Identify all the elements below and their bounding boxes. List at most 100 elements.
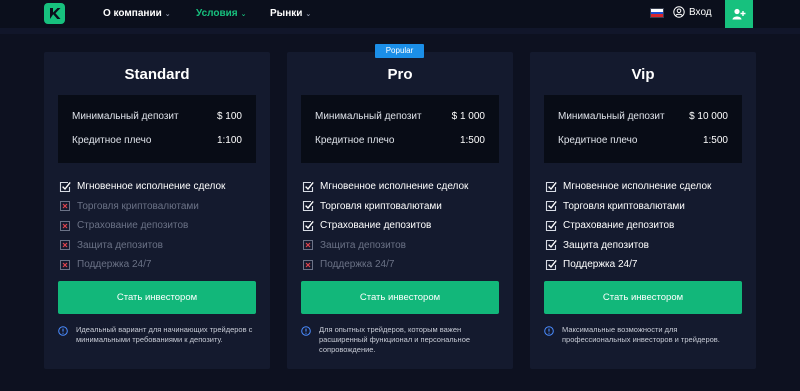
leverage-value: 1:500 [702, 135, 728, 146]
feature-item: Поддержка 24/7 [59, 255, 225, 275]
checkbox-checked-icon [302, 201, 314, 212]
feature-label: Страхование депозитов [77, 220, 189, 232]
chevron-down-icon: ⌄ [305, 11, 312, 18]
plan-note: Максимальные возможности для профессиона… [544, 325, 744, 345]
chevron-down-icon: ⌄ [164, 11, 171, 18]
k-logo-icon[interactable] [44, 3, 65, 24]
checkbox-checked-icon [545, 220, 557, 231]
feature-item: Мгновенное исполнение сделок [59, 177, 225, 197]
register-button[interactable] [725, 0, 753, 28]
checkbox-crossed-icon [303, 259, 313, 270]
min-deposit-row: Минимальный депозит $ 100 [72, 111, 242, 122]
plan-title: Standard [124, 66, 190, 83]
nav-item-conditions[interactable]: Условия ⌄ [196, 8, 247, 19]
plan-title: Vip [631, 66, 655, 83]
feature-label: Поддержка 24/7 [563, 259, 638, 271]
feature-label: Страхование депозитов [320, 220, 432, 232]
checkbox-checked-icon [59, 181, 71, 192]
leverage-label: Кредитное плечо [315, 135, 395, 146]
checkbox-checked-icon [302, 220, 314, 231]
feature-label: Страхование депозитов [563, 220, 675, 232]
login-link[interactable]: Вход [673, 6, 712, 18]
plan-card-vip: Vip Минимальный депозит $ 10 000 Кредитн… [530, 52, 756, 369]
nav-item-markets[interactable]: Рынки ⌄ [270, 8, 311, 19]
login-label: Вход [689, 6, 712, 18]
plan-card-standard: Standard Минимальный депозит $ 100 Креди… [44, 52, 270, 369]
checkbox-crossed-icon [60, 220, 70, 231]
become-investor-button[interactable]: Стать инвестором [544, 281, 742, 314]
feature-item: Страхование депозитов [302, 216, 468, 236]
feature-item: Торговля криптовалютами [302, 197, 468, 217]
min-deposit-row: Минимальный депозит $ 10 000 [558, 111, 728, 122]
leverage-row: Кредитное плечо 1:500 [315, 135, 485, 146]
feature-label: Защита депозитов [563, 239, 649, 251]
min-deposit-value: $ 10 000 [689, 111, 728, 122]
checkbox-checked-icon [545, 259, 557, 270]
popular-badge: Popular [375, 44, 424, 58]
checkbox-checked-icon [302, 181, 314, 192]
feature-item: Торговля криптовалютами [545, 197, 711, 217]
leverage-row: Кредитное плечо 1:500 [558, 135, 728, 146]
feature-item: Страхование депозитов [545, 216, 711, 236]
leverage-value: 1:500 [459, 135, 485, 146]
feature-label: Торговля криптовалютами [563, 200, 685, 212]
feature-item: Защита депозитов [302, 236, 468, 256]
header-divider [0, 28, 800, 34]
checkbox-crossed-icon [60, 240, 70, 251]
plan-card-pro: Pro Минимальный депозит $ 1 000 Кредитно… [287, 52, 513, 369]
plan-note-text: Идеальный вариант для начинающих трейдер… [76, 325, 253, 344]
plan-info-box: Минимальный депозит $ 10 000 Кредитное п… [544, 95, 742, 163]
info-icon [544, 326, 554, 336]
feature-list: Мгновенное исполнение сделок Торговля кри… [545, 177, 711, 275]
nav-item-label: Рынки [270, 8, 303, 19]
plan-info-box: Минимальный депозит $ 1 000 Кредитное пл… [301, 95, 499, 163]
min-deposit-label: Минимальный депозит [315, 111, 422, 122]
feature-item: Мгновенное исполнение сделок [545, 177, 711, 197]
plan-title: Pro [387, 66, 413, 83]
plan-note: Идеальный вариант для начинающих трейдер… [58, 325, 258, 345]
feature-item: Торговля криптовалютами [59, 197, 225, 217]
user-circle-icon [673, 6, 685, 18]
become-investor-button[interactable]: Стать инвестором [58, 281, 256, 314]
leverage-label: Кредитное плечо [72, 135, 152, 146]
checkbox-crossed-icon [60, 259, 70, 270]
plan-note-text: Для опытных трейдеров, которым важен рас… [319, 325, 471, 354]
russia-flag-icon[interactable] [650, 8, 664, 18]
add-user-icon [732, 8, 746, 20]
info-icon [58, 326, 68, 336]
min-deposit-row: Минимальный депозит $ 1 000 [315, 111, 485, 122]
feature-list: Мгновенное исполнение сделок Торговля кри… [302, 177, 468, 275]
feature-item: Страхование депозитов [59, 216, 225, 236]
plan-note: Для опытных трейдеров, которым важен рас… [301, 325, 501, 355]
min-deposit-value: $ 100 [216, 111, 242, 122]
checkbox-checked-icon [545, 181, 557, 192]
checkbox-checked-icon [545, 201, 557, 212]
become-investor-button[interactable]: Стать инвестором [301, 281, 499, 314]
feature-label: Защита депозитов [320, 239, 406, 251]
plan-info-box: Минимальный депозит $ 100 Кредитное плеч… [58, 95, 256, 163]
feature-item: Поддержка 24/7 [302, 255, 468, 275]
min-deposit-value: $ 1 000 [451, 111, 485, 122]
feature-item: Защита депозитов [545, 236, 711, 256]
chevron-down-icon: ⌄ [240, 11, 247, 18]
feature-label: Мгновенное исполнение сделок [320, 181, 469, 193]
nav-item-about[interactable]: О компании ⌄ [103, 8, 171, 19]
min-deposit-label: Минимальный депозит [558, 111, 665, 122]
checkbox-crossed-icon [303, 240, 313, 251]
leverage-value: 1:100 [216, 135, 242, 146]
feature-item: Поддержка 24/7 [545, 255, 711, 275]
feature-label: Торговля криптовалютами [77, 200, 199, 212]
feature-label: Поддержка 24/7 [320, 259, 395, 271]
feature-list: Мгновенное исполнение сделок Торговля кри… [59, 177, 225, 275]
feature-label: Мгновенное исполнение сделок [77, 181, 226, 193]
min-deposit-label: Минимальный депозит [72, 111, 179, 122]
leverage-label: Кредитное плечо [558, 135, 638, 146]
plan-note-text: Максимальные возможности для профессиона… [562, 325, 720, 344]
feature-label: Мгновенное исполнение сделок [563, 181, 712, 193]
top-navigation-bar: О компании ⌄ Условия ⌄ Рынки ⌄ Вход [0, 0, 800, 28]
nav-item-label: О компании [103, 8, 162, 19]
feature-item: Мгновенное исполнение сделок [302, 177, 468, 197]
checkbox-checked-icon [545, 240, 557, 251]
feature-item: Защита депозитов [59, 236, 225, 256]
nav-item-label: Условия [196, 8, 238, 19]
